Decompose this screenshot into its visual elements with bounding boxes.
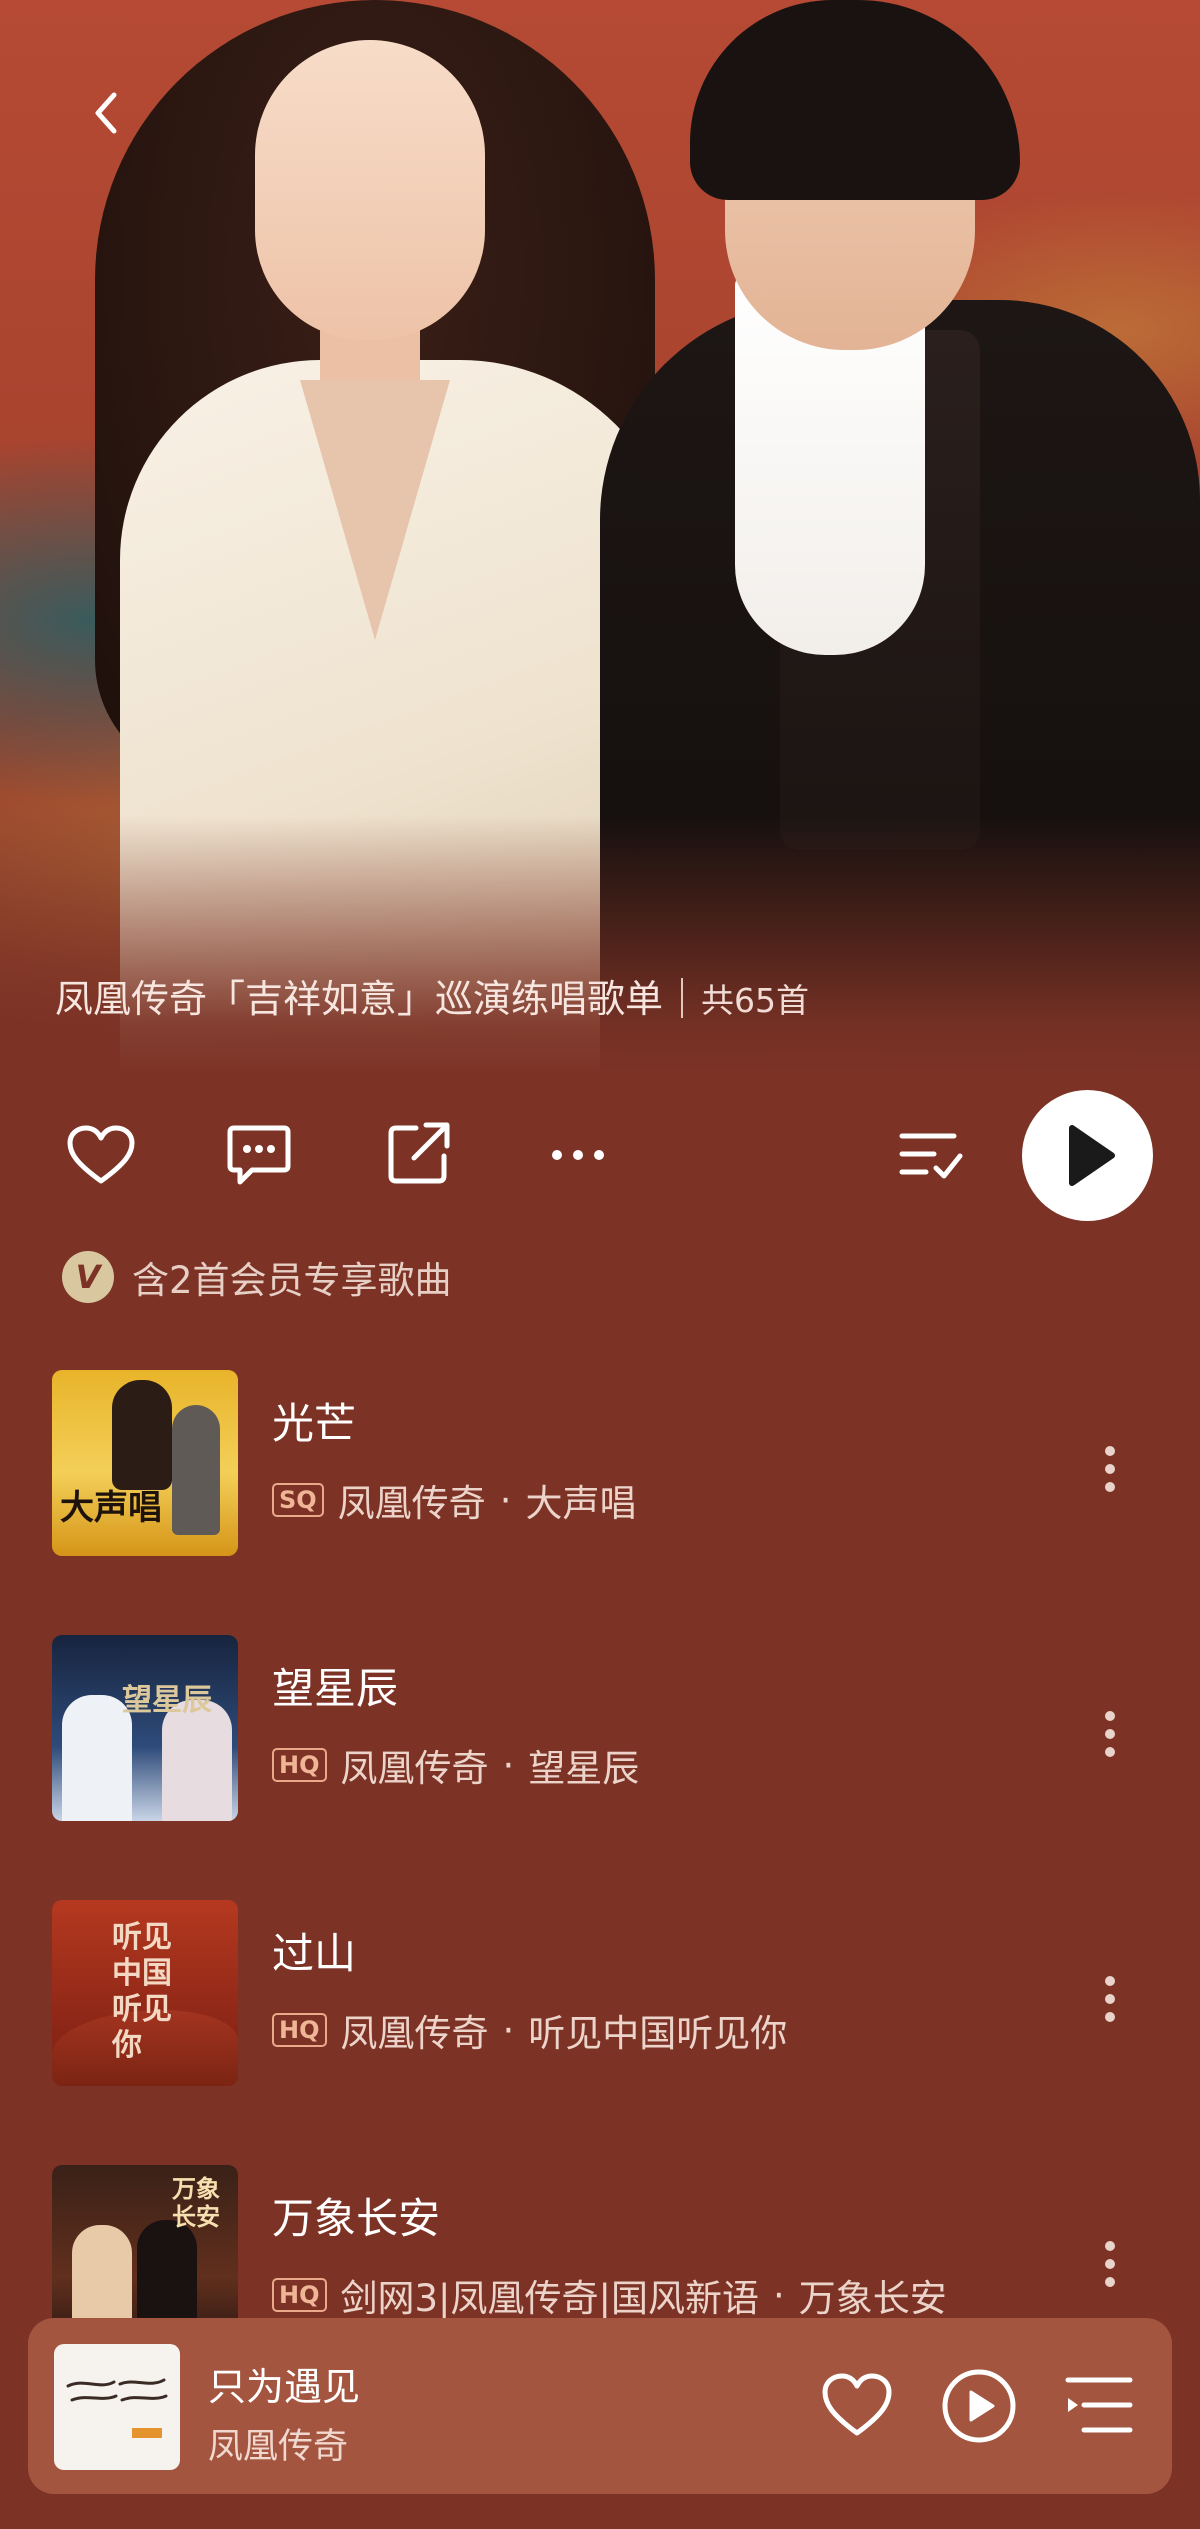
vip-notice-text: 含2首会员专享歌曲 <box>132 1259 452 1302</box>
song-cover: 大声唱 <box>52 1370 238 1556</box>
cover-artwork <box>66 2378 168 2438</box>
separator-dot: · <box>502 1743 515 1787</box>
track-count: 共65首 <box>701 981 810 1020</box>
more-dot <box>1105 1747 1115 1757</box>
song-meta: HQ 剑网3|凤凰传奇|国风新语 · 万象长安 <box>272 2268 947 2322</box>
playlist-icon <box>1065 2377 1133 2433</box>
more-dot <box>1105 2259 1115 2269</box>
song-title: 望星辰 <box>272 1664 399 1713</box>
singer-female-face <box>255 40 485 340</box>
more-button[interactable] <box>548 1140 608 1170</box>
mini-playlist-button[interactable] <box>1064 2372 1134 2438</box>
chevron-left-icon <box>95 92 117 134</box>
more-dot <box>1105 2012 1115 2022</box>
quality-badge: SQ <box>272 1483 324 1517</box>
cover-text: 望星辰 <box>122 1683 212 1718</box>
song-title: 过山 <box>272 1929 357 1978</box>
comment-icon <box>227 1125 291 1185</box>
singer-male-hair <box>690 0 1020 200</box>
share-button[interactable] <box>386 1120 452 1186</box>
title-divider <box>681 978 684 1018</box>
playlist-title-row: 凤凰传奇「吉祥如意」巡演练唱歌单 共65首 <box>55 968 809 1023</box>
song-album: 望星辰 <box>528 1747 640 1790</box>
song-album: 大声唱 <box>525 1482 637 1525</box>
more-dot <box>1105 1464 1115 1474</box>
now-playing-title: 只为遇见 <box>208 2365 361 2409</box>
song-title: 光芒 <box>272 1399 357 1448</box>
mini-player[interactable]: 只为遇见 凤凰传奇 <box>28 2318 1172 2494</box>
quality-badge: HQ <box>272 2013 327 2047</box>
separator-dot: · <box>772 2273 785 2317</box>
song-meta: HQ 凤凰传奇 · 听见中国听见你 <box>272 2003 787 2057</box>
song-album: 万象长安 <box>798 2277 947 2320</box>
cover-text: 万象长安 <box>172 2174 220 2231</box>
cover-fade-overlay <box>0 815 1200 1075</box>
more-dot <box>1105 2277 1115 2287</box>
song-more-button[interactable] <box>1098 1440 1122 1500</box>
quality-badge: HQ <box>272 2278 327 2312</box>
mini-play-button[interactable] <box>941 2368 1017 2444</box>
more-vertical-icon <box>1105 1976 1115 1986</box>
song-item[interactable]: 大声唱 光芒 SQ 凤凰传奇 · 大声唱 <box>0 1370 1200 1570</box>
song-artist: 凤凰传奇 <box>340 1747 489 1790</box>
mini-player-cover <box>54 2344 180 2470</box>
quality-badge: HQ <box>272 1748 327 1782</box>
play-all-button[interactable] <box>1022 1090 1153 1221</box>
more-vertical-icon <box>1105 1711 1115 1721</box>
song-more-button[interactable] <box>1098 1970 1122 2030</box>
song-item[interactable]: 听见中国听见你 过山 HQ 凤凰传奇 · 听见中国听见你 <box>0 1900 1200 2100</box>
more-horizontal-icon <box>552 1150 604 1160</box>
singer-female-lapel <box>300 380 450 640</box>
song-artist: 凤凰传奇 <box>340 2012 489 2055</box>
play-icon <box>1069 1125 1115 1186</box>
more-dot <box>1105 1994 1115 2004</box>
favorite-button[interactable] <box>66 1125 136 1187</box>
more-vertical-icon <box>1105 2241 1115 2251</box>
separator-dot: · <box>499 1478 512 1522</box>
song-cover: 望星辰 <box>52 1635 238 1821</box>
multi-select-button[interactable] <box>898 1128 964 1184</box>
heart-icon <box>67 1125 135 1184</box>
more-vertical-icon <box>1105 1446 1115 1456</box>
share-icon <box>388 1122 450 1184</box>
comment-button[interactable] <box>226 1122 292 1188</box>
song-more-button[interactable] <box>1098 1705 1122 1765</box>
play-circle-icon <box>942 2369 1016 2443</box>
mini-favorite-button[interactable] <box>821 2373 893 2439</box>
song-meta: SQ 凤凰传奇 · 大声唱 <box>272 1473 636 1527</box>
more-dot <box>1105 1729 1115 1739</box>
cover-text: 大声唱 <box>60 1488 162 1528</box>
song-artist: 凤凰传奇 <box>337 1482 486 1525</box>
playlist-title: 凤凰传奇「吉祥如意」巡演练唱歌单 <box>55 977 664 1021</box>
song-item[interactable]: 望星辰 望星辰 HQ 凤凰传奇 · 望星辰 <box>0 1635 1200 1835</box>
separator-dot: · <box>502 2008 515 2052</box>
back-button[interactable] <box>80 85 136 141</box>
song-artist: 剑网3|凤凰传奇|国风新语 <box>340 2277 759 2320</box>
heart-icon <box>822 2373 892 2436</box>
list-check-icon <box>899 1133 963 1179</box>
vip-notice[interactable]: V 含2首会员专享歌曲 <box>62 1247 452 1307</box>
cover-text: 听见中国听见你 <box>112 1920 172 2063</box>
vip-badge: V <box>62 1251 114 1303</box>
song-meta: HQ 凤凰传奇 · 望星辰 <box>272 1738 639 1792</box>
song-title: 万象长安 <box>272 2194 441 2243</box>
song-cover: 听见中国听见你 <box>52 1900 238 2086</box>
playlist-cover-image <box>0 0 1200 1075</box>
song-album: 听见中国听见你 <box>528 2012 788 2055</box>
more-dot <box>1105 1482 1115 1492</box>
now-playing-artist: 凤凰传奇 <box>208 2427 349 2467</box>
song-more-button[interactable] <box>1098 2235 1122 2295</box>
